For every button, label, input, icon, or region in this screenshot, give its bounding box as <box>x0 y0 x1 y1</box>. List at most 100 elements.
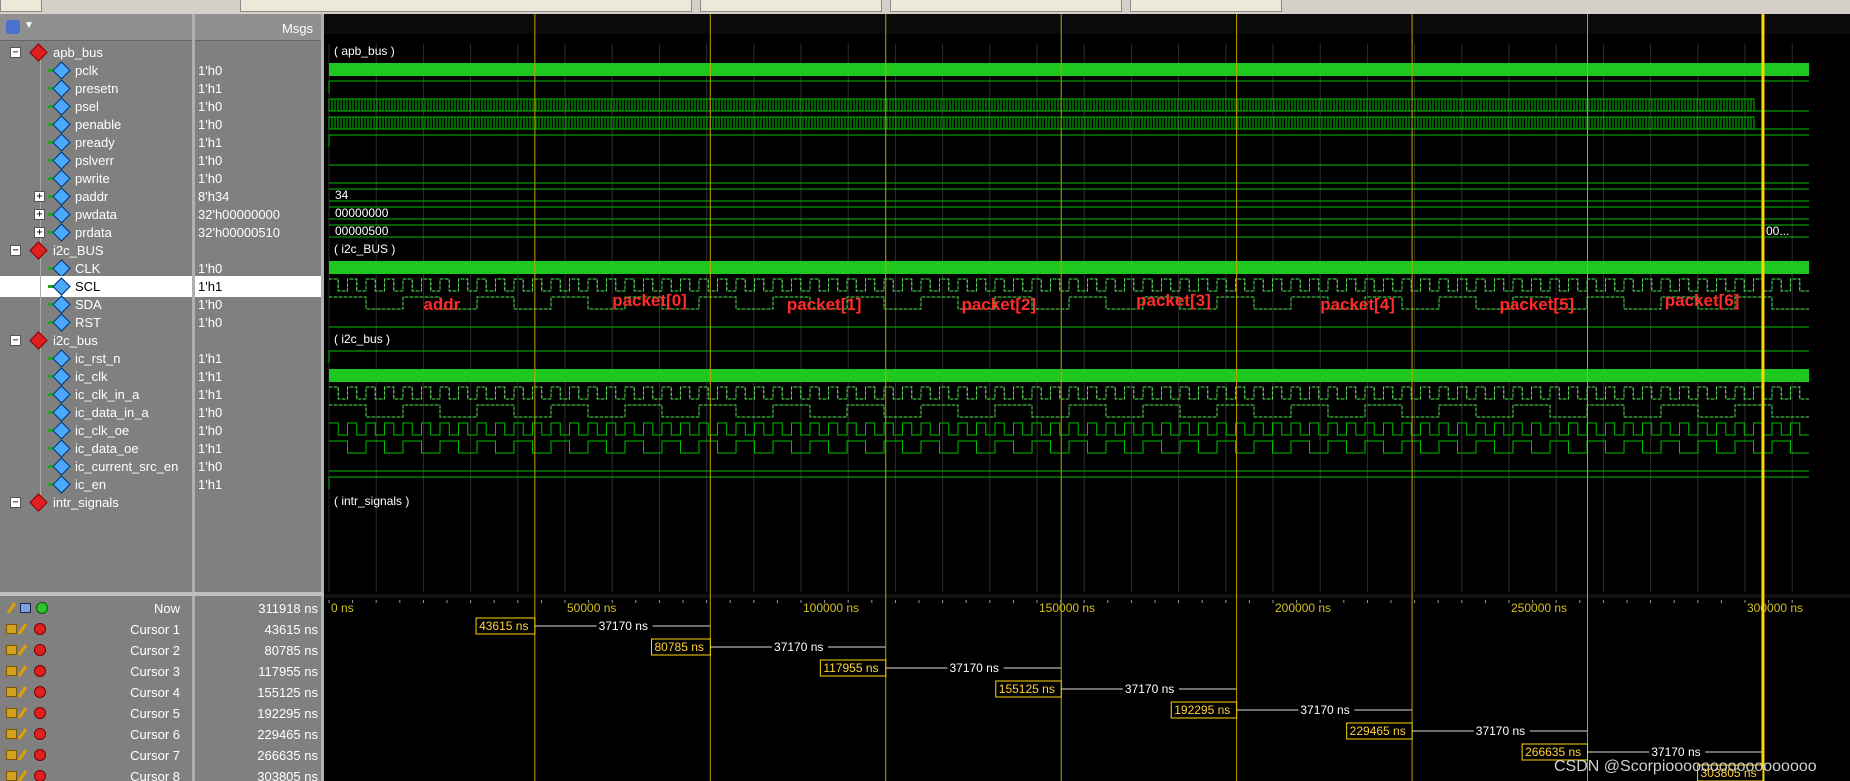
collapse-icon[interactable]: − <box>10 335 21 346</box>
timeline-tick-label: 0 ns <box>331 601 354 615</box>
toolbar-segment[interactable] <box>1130 0 1282 12</box>
cursor-label: 117955 ns <box>823 661 878 675</box>
remove-cursor-icon[interactable] <box>34 749 46 761</box>
wave-tool-icon[interactable] <box>6 20 20 34</box>
cursor-values-panel: 311918 ns 43615 ns 80785 ns 117955 ns 15512… <box>195 596 321 781</box>
toolbar <box>0 0 1850 14</box>
lock-icon[interactable] <box>6 771 17 781</box>
toolbar-segment[interactable] <box>890 0 1122 12</box>
waveform-area[interactable]: ( apb_bus ) 34 00000000 00000500 00... ( i2c_… <box>324 14 1850 781</box>
cursor-label: 155125 ns <box>999 682 1055 696</box>
cursor-row[interactable]: Cursor 4 <box>0 682 192 703</box>
signal-icon <box>52 385 71 404</box>
wave-digital-overlay <box>329 278 1809 292</box>
cursor-value: 192295 ns <box>257 706 318 721</box>
pencil-icon[interactable] <box>17 728 28 740</box>
lock-icon[interactable] <box>6 645 17 655</box>
cursor-name: Cursor 1 <box>130 622 180 637</box>
lock-icon[interactable] <box>6 624 17 634</box>
toolbar-segment[interactable] <box>240 0 692 12</box>
timeline-tick-label: 50000 ns <box>567 601 616 615</box>
signal-icon <box>52 97 71 116</box>
expand-icon[interactable]: + <box>34 227 45 238</box>
group-icon <box>29 331 48 350</box>
lock-icon[interactable] <box>6 750 17 760</box>
cursor-row[interactable]: Cursor 6 <box>0 724 192 745</box>
signal-row[interactable]: − intr_signals <box>0 492 192 513</box>
group-wave-label: ( i2c_BUS ) <box>334 242 395 256</box>
toolbar-segment[interactable] <box>0 0 42 12</box>
pencil-icon[interactable] <box>17 770 28 781</box>
cursor-toolbar-icons[interactable] <box>6 602 54 614</box>
cursor-name: Cursor 6 <box>130 727 180 742</box>
remove-cursor-icon[interactable] <box>34 770 46 781</box>
signal-icon <box>52 457 71 476</box>
packet-label: packet[6] <box>1665 291 1740 310</box>
toolbar-segment[interactable] <box>700 0 882 12</box>
signal-icon <box>52 79 71 98</box>
cursor-row[interactable]: Cursor 5 <box>0 703 192 724</box>
add-cursor-icon[interactable] <box>36 602 48 614</box>
cursor-delta-label: 37170 ns <box>949 661 998 675</box>
chevron-down-icon[interactable]: ▼ <box>24 20 34 31</box>
cursor-row[interactable]: Cursor 7 <box>0 745 192 766</box>
waveform-canvas[interactable]: ( apb_bus ) 34 00000000 00000500 00... ( i2c_… <box>324 14 1850 781</box>
signal-icon <box>52 313 71 332</box>
group-icon <box>29 493 48 512</box>
collapse-icon[interactable]: − <box>10 245 21 256</box>
pencil-icon[interactable] <box>17 644 28 656</box>
signal-icon <box>52 349 71 368</box>
remove-cursor-icon[interactable] <box>34 728 46 740</box>
cursor-name: Cursor 3 <box>130 664 180 679</box>
pencil-icon[interactable] <box>17 623 28 635</box>
remove-cursor-icon[interactable] <box>34 644 46 656</box>
wave-dense <box>328 99 1752 111</box>
expand-icon[interactable]: + <box>34 191 45 202</box>
cursor-row-icons <box>6 686 54 698</box>
wave-dense <box>328 117 1752 129</box>
cursor-value: 80785 ns <box>264 643 319 658</box>
signal-values-panel: Msgs 1'h0 1'h1 1'h0 1'h0 1'h1 1'h0 1'h0 8'h34 32… <box>195 14 321 593</box>
cursor-row[interactable]: Cursor 8 <box>0 766 192 781</box>
packet-label: packet[3] <box>1136 291 1211 310</box>
collapse-icon[interactable]: − <box>10 47 21 58</box>
cursor-value: 266635 ns <box>257 748 318 763</box>
cursor-name: Cursor 8 <box>130 769 180 781</box>
signal-tree-panel: ▼ − apb_bus pclk presetn psel penable pready ps… <box>0 14 192 593</box>
cursor-delta-label: 37170 ns <box>1476 724 1525 738</box>
cursor-delta-label: 37170 ns <box>1300 703 1349 717</box>
remove-cursor-icon[interactable] <box>34 665 46 677</box>
pencil-icon[interactable] <box>17 749 28 761</box>
remove-cursor-icon[interactable] <box>34 623 46 635</box>
pencil-icon[interactable] <box>17 707 28 719</box>
insert-cursor-icon[interactable] <box>20 603 31 613</box>
packet-label: addr <box>423 295 460 314</box>
signal-icon <box>52 223 71 242</box>
cursor-delta-label: 37170 ns <box>774 640 823 654</box>
timeline-tick-label: 150000 ns <box>1039 601 1095 615</box>
lock-icon[interactable] <box>6 729 17 739</box>
cursor-row[interactable]: Cursor 1 <box>0 619 192 640</box>
cursor-row[interactable]: Cursor 3 <box>0 661 192 682</box>
watermark: CSDN @Scorpiooooooooooooooooo <box>1554 758 1817 775</box>
lock-icon[interactable] <box>6 708 17 718</box>
cursor-delta-label: 37170 ns <box>1651 745 1700 759</box>
cursor-label: 80785 ns <box>655 640 704 654</box>
lock-icon[interactable] <box>6 687 17 697</box>
packet-label: packet[1] <box>787 295 862 314</box>
signal-icon <box>52 115 71 134</box>
remove-cursor-icon[interactable] <box>34 686 46 698</box>
signal-icon <box>52 133 71 152</box>
wave-clock <box>329 369 1809 382</box>
values-header: Msgs <box>195 14 321 41</box>
cursor-name: Cursor 4 <box>130 685 180 700</box>
collapse-icon[interactable]: − <box>10 497 21 508</box>
edit-cursor-icon[interactable] <box>6 602 17 614</box>
bus-value: 00000000 <box>335 206 389 220</box>
remove-cursor-icon[interactable] <box>34 707 46 719</box>
lock-icon[interactable] <box>6 666 17 676</box>
pencil-icon[interactable] <box>17 686 28 698</box>
cursor-row[interactable]: Cursor 2 <box>0 640 192 661</box>
expand-icon[interactable]: + <box>34 209 45 220</box>
pencil-icon[interactable] <box>17 665 28 677</box>
